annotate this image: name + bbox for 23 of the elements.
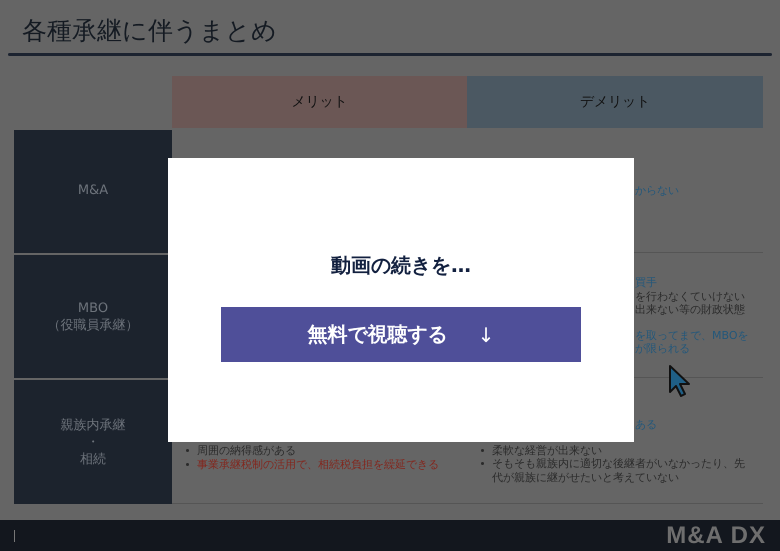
bullet-text: 柔軟な経営が出来ない: [492, 444, 602, 457]
cell-text: を行わなくていけない: [635, 290, 746, 304]
cell-text: が限られる: [635, 342, 691, 356]
cell-text: 買手: [635, 276, 658, 290]
bullet-text: 事業承継税制の活用で、相続税負担を繰延できる: [197, 458, 439, 471]
cell-text: ある: [635, 418, 658, 432]
bullet-icon: [481, 448, 484, 452]
column-header: メリット: [172, 76, 467, 128]
row-header: 親族内承継 ・ 相続: [14, 380, 172, 504]
column-header: デメリット: [467, 76, 763, 128]
watch-free-button[interactable]: 無料で視聴する ↓: [221, 307, 581, 362]
row-header: M&A: [14, 130, 172, 253]
modal-heading: 動画の続きを…: [331, 252, 471, 279]
bullet-text: 周囲の納得感がある: [197, 444, 296, 458]
cell-text: からない: [635, 184, 680, 198]
logo: M&A DX: [666, 522, 766, 550]
cell-text: を取ってまで、MBOを: [635, 328, 747, 342]
bullet-icon: [481, 462, 484, 465]
bullet-text: そもそも親族内に適切な後継者がいなかったり、先代が親族に継がせたいと考えていない: [492, 457, 746, 484]
cell-text: 出来ない等の財政状態: [635, 303, 746, 317]
bullet-icon: [186, 462, 189, 466]
bullet-icon: [186, 449, 189, 452]
slide-title: 各種承継に伴うまとめ: [21, 15, 278, 47]
